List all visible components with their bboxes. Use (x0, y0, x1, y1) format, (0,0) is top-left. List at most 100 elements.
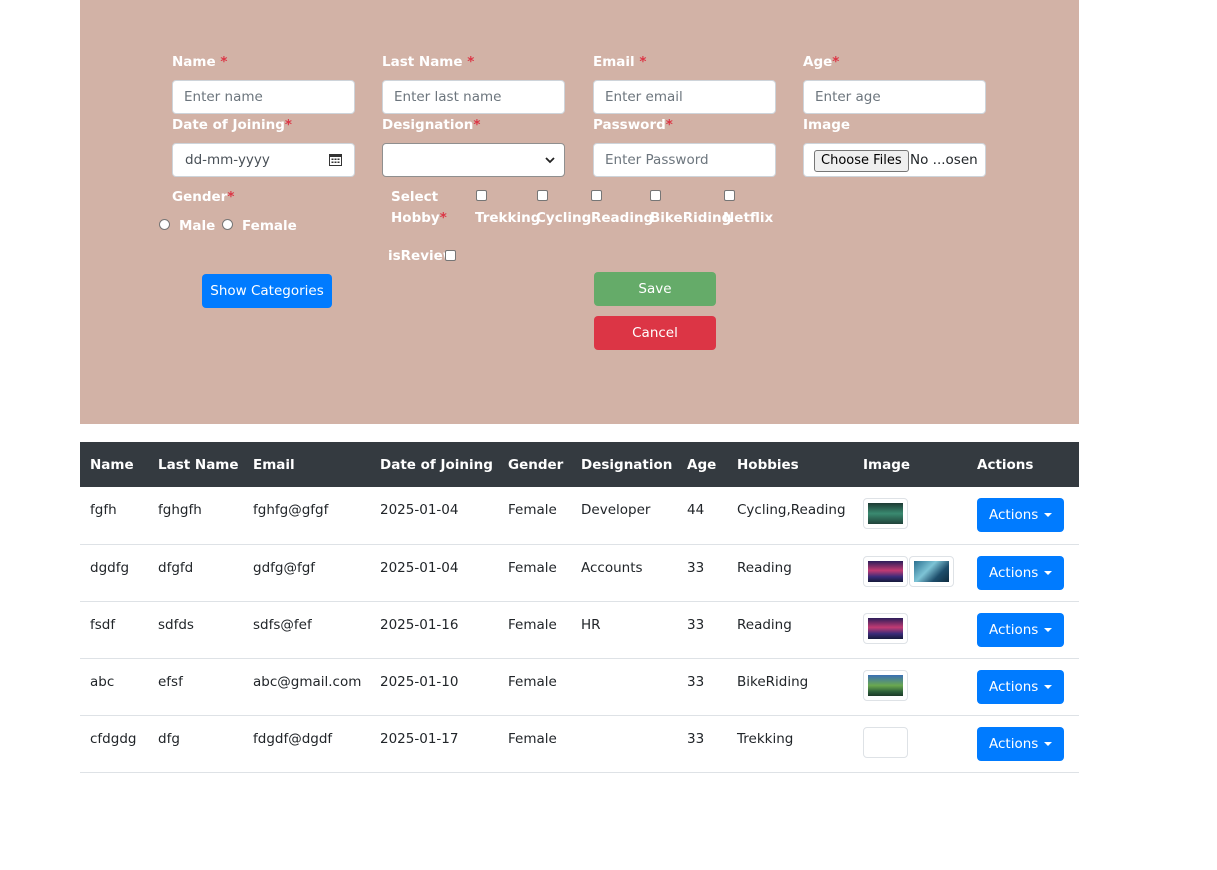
actions-label: Actions (989, 678, 1039, 695)
required-mark: * (639, 54, 647, 70)
required-mark: * (284, 117, 292, 133)
actions-dropdown-button[interactable]: Actions (977, 612, 1064, 647)
gender-label: Gender* (172, 188, 234, 206)
image-thumbnail[interactable] (863, 612, 908, 644)
sunset-image (868, 560, 903, 582)
image-thumbnail[interactable] (863, 726, 908, 758)
actions-dropdown-button[interactable]: Actions (977, 669, 1064, 704)
table-row: fgfh fghgfh fghfg@gfgf 2025-01-04 Female… (80, 487, 1079, 545)
cell-name: dgdfg (80, 544, 148, 602)
image-thumbnail[interactable] (863, 498, 908, 529)
hobby-label-text: Hobby (391, 210, 440, 226)
password-input[interactable] (593, 143, 776, 177)
age-input[interactable] (803, 80, 986, 114)
table-row: cfdgdg dfg fdgdf@dgdf 2025-01-17 Female … (80, 715, 1079, 773)
caret-down-icon (1044, 627, 1052, 632)
cell-hobbies: Reading (727, 601, 853, 659)
cell-last-name: dfg (148, 715, 243, 773)
actions-dropdown-button[interactable]: Actions (977, 726, 1064, 761)
cell-gender: Female (498, 715, 571, 773)
choose-files-button[interactable]: Choose Files (814, 150, 909, 172)
hobby-reading-checkbox[interactable] (591, 190, 602, 201)
cell-image (853, 715, 967, 773)
doj-label: Date of Joining* (172, 116, 292, 134)
cell-name: fsdf (80, 601, 148, 659)
age-label-text: Age (803, 54, 833, 70)
cancel-button[interactable]: Cancel (594, 316, 716, 350)
caret-down-icon (1044, 741, 1052, 746)
cell-age: 33 (677, 544, 727, 602)
hobby-netflix-checkbox[interactable] (724, 190, 735, 201)
cell-designation (571, 715, 677, 773)
column-header: Actions (967, 442, 1079, 487)
gender-female-radio[interactable] (222, 219, 233, 230)
cell-gender: Female (498, 601, 571, 659)
cell-last-name: dfgfd (148, 544, 243, 602)
actions-dropdown-button[interactable]: Actions (977, 555, 1064, 590)
cell-image (853, 544, 967, 602)
hobby-trekking-label: Trekking (475, 210, 541, 226)
doj-label-text: Date of Joining (172, 117, 285, 133)
hobby-label-line2: Hobby* (391, 209, 447, 227)
image-thumbnail[interactable] (863, 669, 908, 701)
column-header: Name (80, 442, 148, 487)
date-placeholder: dd-mm-yyyy (185, 152, 270, 168)
required-mark: * (439, 210, 447, 226)
cell-hobbies: Trekking (727, 715, 853, 773)
calendar-icon[interactable] (329, 153, 342, 166)
last-name-label-text: Last Name (382, 54, 463, 70)
cell-email: abc@gmail.com (243, 658, 370, 716)
column-header: Last Name (148, 442, 243, 487)
chevron-down-icon (545, 157, 555, 164)
actions-dropdown-button[interactable]: Actions (977, 498, 1064, 532)
gender-male-radio[interactable] (159, 219, 170, 230)
table-row: dgdfg dfgfd gdfg@fgf 2025-01-04 Female A… (80, 544, 1079, 602)
caret-down-icon (1044, 570, 1052, 575)
cell-age: 33 (677, 658, 727, 716)
hobby-label-line1: Select (391, 189, 439, 205)
column-header: Email (243, 442, 370, 487)
cell-actions: Actions (967, 715, 1079, 773)
email-input[interactable] (593, 80, 776, 114)
show-categories-button[interactable]: Show Categories (202, 274, 332, 308)
cell-email: sdfs@fef (243, 601, 370, 659)
cell-designation: Developer (571, 487, 677, 545)
cell-designation (571, 658, 677, 716)
column-header: Hobbies (727, 442, 853, 487)
date-of-joining-input[interactable]: dd-mm-yyyy (172, 143, 355, 177)
cell-hobbies: Reading (727, 544, 853, 602)
save-button[interactable]: Save (594, 272, 716, 306)
cell-email: fdgdf@dgdf (243, 715, 370, 773)
cell-hobbies: Cycling,Reading (727, 487, 853, 545)
table-row: abc efsf abc@gmail.com 2025-01-10 Female… (80, 658, 1079, 716)
image-thumbnail[interactable] (909, 555, 954, 587)
required-mark: * (220, 54, 228, 70)
name-input[interactable] (172, 80, 355, 114)
cell-actions: Actions (967, 487, 1079, 545)
hobby-cycling-checkbox[interactable] (537, 190, 548, 201)
designation-select[interactable] (382, 143, 565, 177)
table-row: fsdf sdfds sdfs@fef 2025-01-16 Female HR… (80, 601, 1079, 659)
caret-down-icon (1044, 684, 1052, 689)
is-review-checkbox[interactable] (445, 250, 456, 261)
caret-down-icon (1044, 513, 1052, 517)
last-name-input[interactable] (382, 80, 565, 114)
actions-label: Actions (989, 507, 1039, 523)
age-label: Age* (803, 53, 839, 71)
required-mark: * (467, 54, 475, 70)
gender-female-label: Female (242, 218, 297, 234)
cell-image (853, 601, 967, 659)
hobby-netflix-label: Netflix (723, 210, 774, 226)
image-file-input[interactable]: Choose Files No ...osen (803, 143, 986, 177)
column-header: Date of Joining (370, 442, 498, 487)
image-thumbnail[interactable] (863, 555, 908, 587)
gender-male-label: Male (179, 218, 216, 234)
actions-label: Actions (989, 735, 1039, 752)
employee-form: Name * Last Name * Email * Age* Date of … (80, 0, 1079, 424)
cell-actions: Actions (967, 658, 1079, 716)
cell-actions: Actions (967, 544, 1079, 602)
hobby-bikeriding-checkbox[interactable] (650, 190, 661, 201)
last-name-label: Last Name * (382, 53, 474, 71)
cell-email: fghfg@gfgf (243, 487, 370, 545)
hobby-trekking-checkbox[interactable] (476, 190, 487, 201)
